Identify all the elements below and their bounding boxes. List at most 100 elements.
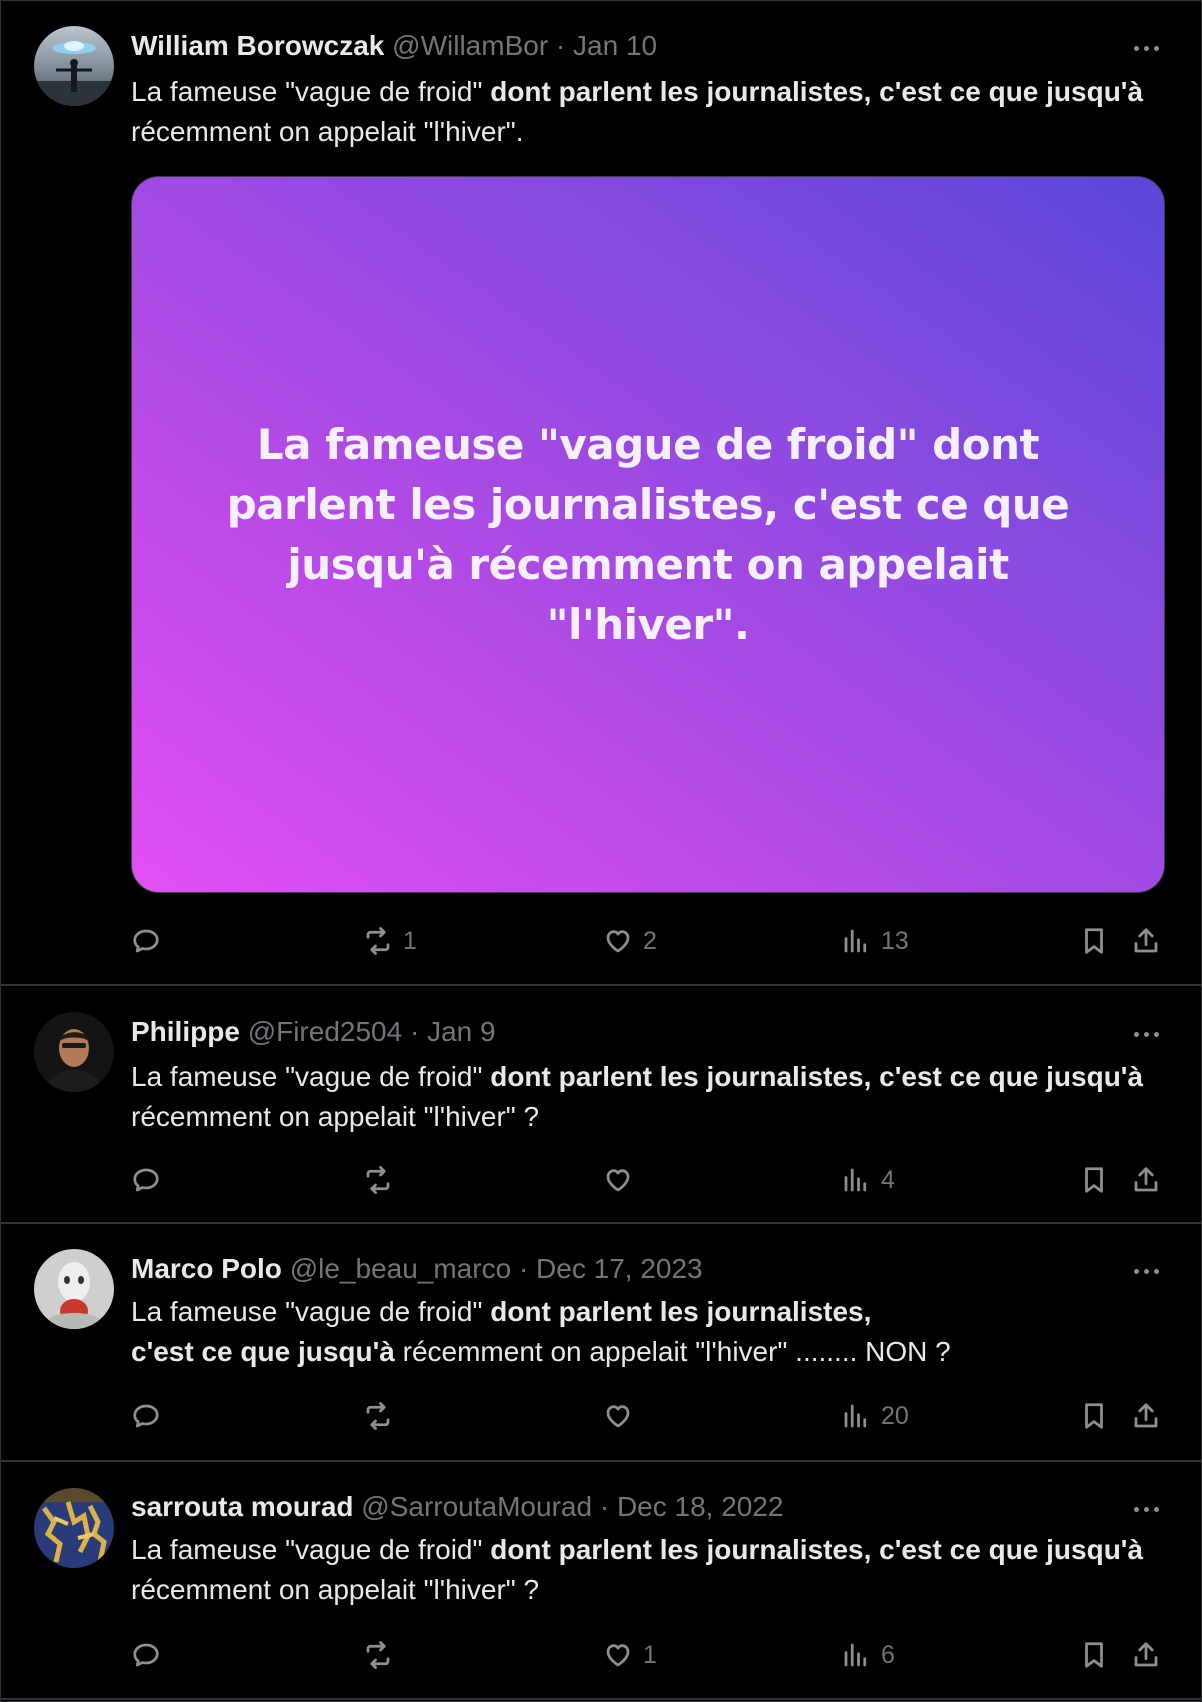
image-text: La fameuse "vague de froid" dont parlent… [226, 419, 1070, 649]
views-count: 6 [881, 1640, 895, 1669]
share-button[interactable] [1131, 1396, 1161, 1436]
like-button[interactable]: 1 [603, 1635, 657, 1675]
views-count: 4 [881, 1165, 895, 1194]
tweet-header: Philippe @Fired2504 · Jan 9 [131, 1015, 496, 1049]
tweet-date[interactable]: Dec 18, 2022 [617, 1491, 784, 1522]
reply-button[interactable] [131, 1396, 171, 1436]
tweet[interactable]: Philippe @Fired2504 · Jan 9 La fameuse "… [1, 986, 1202, 1224]
avatar[interactable] [34, 1249, 114, 1329]
action-bar: 4 [131, 1160, 1161, 1200]
share-icon [1134, 1403, 1158, 1428]
tweet-image[interactable]: La fameuse "vague de froid" dont parlent… [131, 176, 1165, 893]
views-count: 20 [881, 1401, 909, 1430]
bookmark-button[interactable] [1079, 921, 1109, 961]
text-bold: dont parlent les journalistes, c'est ce … [490, 1534, 1144, 1565]
tweet-text: La fameuse "vague de froid" dont parlent… [131, 72, 1151, 152]
tweet-header: sarrouta mourad @SarroutaMourad · Dec 18… [131, 1490, 784, 1524]
text-plain: récemment on appelait "l'hiver" ? [131, 1574, 540, 1605]
separator: · [555, 30, 566, 61]
text-bold: dont parlent les journalistes, [490, 1296, 872, 1327]
tweet-text: La fameuse "vague de froid" dont parlent… [131, 1057, 1151, 1137]
tweet-header: Marco Polo @le_beau_marco · Dec 17, 2023 [131, 1252, 703, 1286]
separator: · [409, 1016, 420, 1047]
retweet-count: 1 [403, 926, 417, 955]
reply-icon [133, 1168, 159, 1192]
views-icon [844, 1168, 867, 1192]
retweet-button[interactable] [363, 1396, 403, 1436]
reply-button[interactable] [131, 921, 171, 961]
like-count: 1 [643, 1640, 657, 1669]
bookmark-icon [1085, 1403, 1103, 1429]
views-button[interactable]: 13 [841, 921, 909, 961]
bookmark-button[interactable] [1079, 1396, 1109, 1436]
bookmark-button[interactable] [1079, 1635, 1109, 1675]
action-bar: 1 6 [131, 1635, 1161, 1675]
tweet[interactable]: William Borowczak @WillamBor · Jan 10 La… [1, 1, 1202, 986]
retweet-icon [366, 1166, 390, 1194]
text-plain: La fameuse "vague de froid" [131, 1534, 491, 1565]
bookmark-icon [1085, 1642, 1103, 1668]
author-name[interactable]: sarrouta mourad [131, 1491, 354, 1522]
author-handle[interactable]: @le_beau_marco [290, 1253, 511, 1284]
text-bold: dont parlent les journalistes, c'est ce … [490, 1061, 1144, 1092]
tweet-date[interactable]: Jan 9 [427, 1016, 496, 1047]
views-icon [844, 1643, 867, 1667]
tweet-date[interactable]: Dec 17, 2023 [536, 1253, 703, 1284]
like-button[interactable] [603, 1396, 643, 1436]
text-plain: La fameuse "vague de froid" [131, 76, 491, 107]
share-icon [1134, 1642, 1158, 1667]
bookmark-button[interactable] [1079, 1160, 1109, 1200]
action-bar: 1 2 13 [131, 921, 1161, 961]
retweet-button[interactable]: 1 [363, 921, 417, 961]
share-button[interactable] [1131, 1635, 1161, 1675]
tweet[interactable]: sarrouta mourad @SarroutaMourad · Dec 18… [1, 1462, 1202, 1700]
tweet-text: La fameuse "vague de froid" dont parlent… [131, 1292, 1151, 1372]
views-icon [844, 929, 867, 953]
author-handle[interactable]: @SarroutaMourad [361, 1491, 592, 1522]
avatar[interactable] [34, 26, 114, 106]
timeline: William Borowczak @WillamBor · Jan 10 La… [0, 0, 1202, 1702]
retweet-button[interactable] [363, 1160, 403, 1200]
avatar[interactable] [34, 1012, 114, 1092]
like-icon [606, 1405, 630, 1428]
retweet-icon [366, 1641, 390, 1669]
bookmark-icon [1085, 1167, 1103, 1193]
views-button[interactable]: 6 [841, 1635, 895, 1675]
retweet-icon [366, 1402, 390, 1430]
more-icon[interactable] [1129, 1027, 1163, 1041]
text-plain: La fameuse "vague de froid" [131, 1296, 491, 1327]
tweet-header: William Borowczak @WillamBor · Jan 10 [131, 29, 657, 63]
author-handle[interactable]: @Fired2504 [248, 1016, 403, 1047]
text-plain: La fameuse "vague de froid" [131, 1061, 491, 1092]
separator: · [518, 1253, 529, 1284]
action-bar: 20 [131, 1396, 1161, 1436]
author-name[interactable]: Marco Polo [131, 1253, 282, 1284]
tweet-date[interactable]: Jan 10 [573, 30, 657, 61]
more-icon[interactable] [1129, 1264, 1163, 1278]
views-icon [844, 1404, 867, 1428]
like-button[interactable] [603, 1160, 643, 1200]
author-handle[interactable]: @WillamBor [392, 30, 548, 61]
avatar[interactable] [34, 1488, 114, 1568]
like-button[interactable]: 2 [603, 921, 657, 961]
retweet-button[interactable] [363, 1635, 403, 1675]
text-plain: récemment on appelait "l'hiver". [131, 116, 524, 147]
share-button[interactable] [1131, 921, 1161, 961]
separator: · [599, 1491, 610, 1522]
reply-icon [133, 1404, 159, 1428]
views-button[interactable]: 20 [841, 1396, 909, 1436]
reply-icon [133, 1643, 159, 1667]
share-icon [1134, 928, 1158, 953]
reply-button[interactable] [131, 1635, 171, 1675]
more-icon[interactable] [1129, 41, 1163, 55]
text-bold: dont parlent les journalistes, c'est ce … [490, 76, 1144, 107]
author-name[interactable]: William Borowczak [131, 30, 384, 61]
like-count: 2 [643, 926, 657, 955]
bookmark-icon [1085, 928, 1103, 954]
reply-button[interactable] [131, 1160, 171, 1200]
share-button[interactable] [1131, 1160, 1161, 1200]
views-button[interactable]: 4 [841, 1160, 895, 1200]
author-name[interactable]: Philippe [131, 1016, 240, 1047]
more-icon[interactable] [1129, 1502, 1163, 1516]
tweet[interactable]: Marco Polo @le_beau_marco · Dec 17, 2023… [1, 1224, 1202, 1462]
